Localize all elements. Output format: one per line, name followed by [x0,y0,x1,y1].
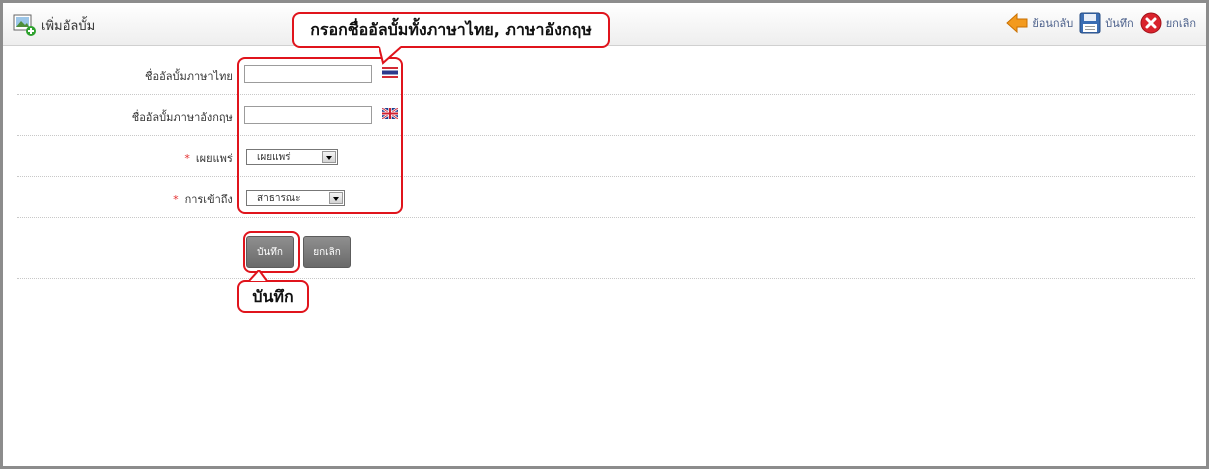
access-label: * การเข้าถึง : [173,190,240,208]
page-title: เพิ่มอัลบั้ม [41,19,96,34]
callout-save-pointer [248,268,269,285]
callout-pointer [378,45,409,68]
row-access: * การเข้าถึง : สาธารณะ [17,177,1195,218]
callout-top: กรอกชื่ออัลบั้มทั้งภาษาไทย, ภาษาอังกฤษ [292,12,610,48]
required-marker: * [184,152,190,165]
back-label: ย้อนกลับ [1032,17,1074,30]
photo-add-icon [13,13,37,37]
row-name-th: ชื่ออัลบั้มภาษาไทย : [17,54,1195,95]
publish-label: * เผยแพร่ : [184,149,240,167]
cancel-button[interactable]: ยกเลิก [303,236,351,268]
close-icon [1140,12,1162,34]
name-en-label: ชื่ออัลบั้มภาษาอังกฤษ : [131,111,240,124]
toolbar: ย้อนกลับ บันทึก ยกเลิก [1006,12,1196,34]
required-marker: * [173,193,179,206]
save-toolbar-button[interactable]: บันทึก [1079,12,1134,34]
row-name-en: ชื่ออัลบั้มภาษาอังกฤษ : [17,95,1195,136]
floppy-disk-icon [1079,12,1101,34]
access-label-text: การเข้าถึง : [184,193,240,206]
cancel-toolbar-button[interactable]: ยกเลิก [1140,12,1196,34]
save-highlight [243,231,300,273]
name-th-label: ชื่ออัลบั้มภาษาไทย : [145,70,240,83]
cancel-toolbar-label: ยกเลิก [1165,17,1196,30]
content-frame: เพิ่มอัลบั้ม ย้อนกลับ บันทึก ยกเลิก ชื่อ… [0,0,1209,469]
back-button[interactable]: ย้อนกลับ [1006,13,1073,33]
publish-label-text: เผยแพร่ : [195,152,240,165]
callout-save: บันทึก [237,280,309,313]
save-toolbar-label: บันทึก [1105,17,1134,30]
row-publish: * เผยแพร่ : เผยแพร่ [17,136,1195,177]
fields-highlight [237,57,403,214]
arrow-left-icon [1006,13,1028,33]
row-buttons [17,218,1195,279]
